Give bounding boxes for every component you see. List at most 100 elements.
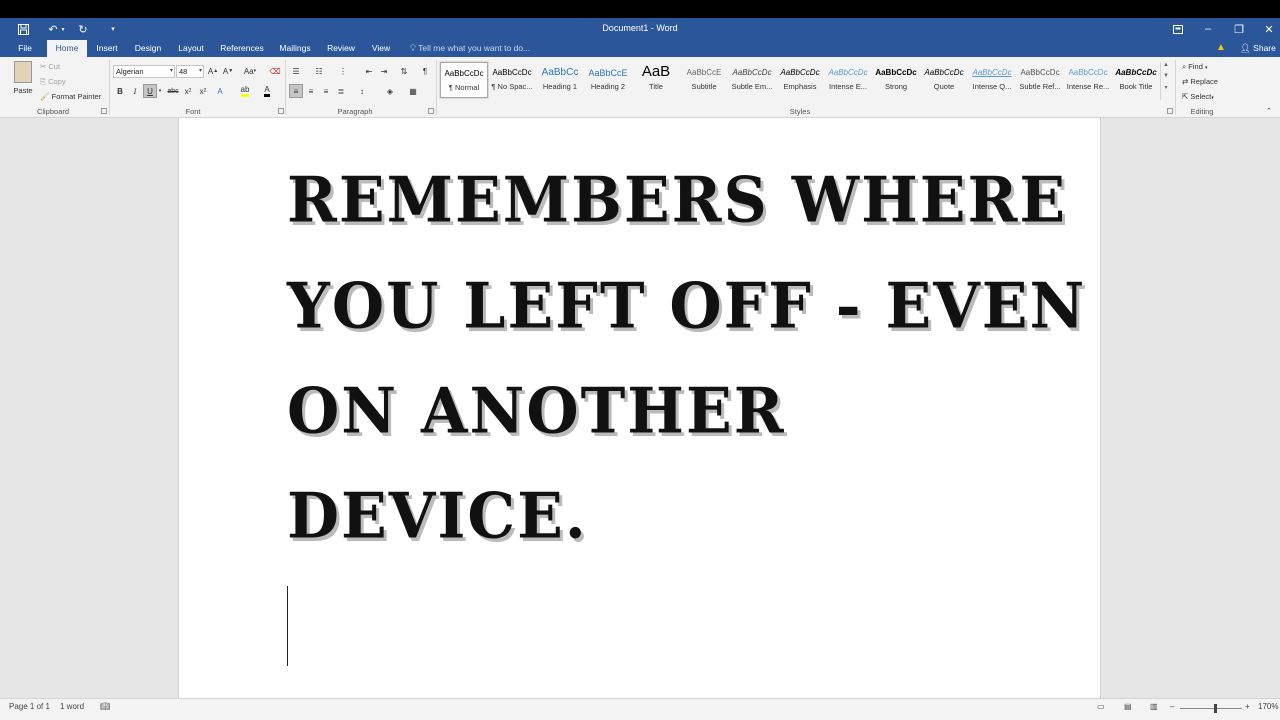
tab-references[interactable]: References xyxy=(216,40,268,57)
close-icon[interactable]: ✕ xyxy=(1254,20,1280,38)
read-mode-icon[interactable]: ▭ xyxy=(1097,702,1105,711)
style-label: Intense Q... xyxy=(972,82,1012,91)
shading-icon[interactable]: ◈ xyxy=(383,84,397,98)
group-separator xyxy=(109,60,110,115)
share-button[interactable]: 👤︎ Share xyxy=(1240,40,1276,57)
numbering-icon[interactable]: ☷ xyxy=(312,64,326,78)
format-painter-button[interactable]: 🖌︎ Format Painter xyxy=(40,92,101,101)
underline-dropdown-icon[interactable]: ▾ xyxy=(156,84,164,98)
restore-icon[interactable]: ❐ xyxy=(1224,20,1254,38)
style-sample: AaBbCcE xyxy=(588,68,628,78)
style-intense-emphasis[interactable]: AaBbCcDc Intense E... xyxy=(824,62,872,98)
sort-icon[interactable]: ⇅ xyxy=(397,64,411,78)
highlight-icon[interactable]: ab xyxy=(238,84,252,98)
style-subtitle[interactable]: AaBbCcE Subtitle xyxy=(680,62,728,98)
zoom-level[interactable]: 170% xyxy=(1258,702,1278,711)
style-sample: AaBbCcDc xyxy=(1115,68,1157,77)
align-center-icon[interactable]: ≡ xyxy=(304,84,318,98)
collapse-ribbon-icon[interactable]: ⌃ xyxy=(1266,107,1272,115)
proofing-icon[interactable]: 📖︎ xyxy=(100,702,110,711)
tab-design[interactable]: Design xyxy=(130,40,166,57)
font-color-icon[interactable]: A xyxy=(260,84,274,98)
grow-font-icon[interactable]: A ▲ xyxy=(206,64,220,78)
strikethrough-icon[interactable]: abc xyxy=(166,84,180,98)
underline-icon[interactable]: U xyxy=(143,84,157,98)
zoom-slider[interactable] xyxy=(1180,704,1242,713)
style-heading-1[interactable]: AaBbCc Heading 1 xyxy=(536,62,584,98)
minimize-icon[interactable]: – xyxy=(1193,20,1223,38)
style-subtle-reference[interactable]: AaBbCcDc Subtle Ref... xyxy=(1016,62,1064,98)
style-intense-reference[interactable]: AaBbCcDc Intense Re... xyxy=(1064,62,1112,98)
superscript-icon[interactable]: x2 xyxy=(196,84,210,98)
style-no-spacing[interactable]: AaBbCcDc ¶ No Spac... xyxy=(488,62,536,98)
subscript-icon[interactable]: x2 xyxy=(181,84,195,98)
style-label: Title xyxy=(649,82,663,91)
zoom-in-icon[interactable]: + xyxy=(1245,702,1250,711)
clipboard-launcher-icon[interactable] xyxy=(101,108,107,114)
word-count[interactable]: 1 word xyxy=(60,702,84,711)
style-title[interactable]: AaB Title xyxy=(632,62,680,98)
shrink-font-icon[interactable]: A ▼ xyxy=(221,64,235,78)
bold-icon[interactable]: B xyxy=(113,84,127,98)
vertical-scrollbar[interactable] xyxy=(1270,118,1280,698)
tab-insert[interactable]: Insert xyxy=(91,40,123,57)
page-count[interactable]: Page 1 of 1 xyxy=(9,702,50,711)
style-label: ¶ Normal xyxy=(448,83,480,92)
text-effects-icon[interactable]: A xyxy=(213,84,227,98)
tab-home[interactable]: Home xyxy=(47,40,87,57)
align-right-icon[interactable]: ≡ xyxy=(319,84,333,98)
tab-mailings[interactable]: Mailings xyxy=(274,40,316,57)
copy-button[interactable]: ⎘ Copy xyxy=(40,77,66,87)
font-launcher-icon[interactable] xyxy=(278,108,284,114)
zoom-out-icon[interactable]: – xyxy=(1170,702,1174,711)
select-button[interactable]: ⇱ Select▾ xyxy=(1182,92,1214,101)
show-formatting-icon[interactable]: ¶ xyxy=(418,64,432,78)
tab-review[interactable]: Review xyxy=(322,40,360,57)
style-book-title[interactable]: AaBbCcDc Book Title xyxy=(1112,62,1160,98)
style-strong[interactable]: AaBbCcDc Strong xyxy=(872,62,920,98)
style-sample: AaBbCcDc xyxy=(972,68,1012,77)
scroll-up-icon[interactable]: ▲ xyxy=(1161,62,1171,68)
cut-button[interactable]: ✂︎ Cut xyxy=(40,62,60,71)
find-button[interactable]: ⌕ Find ▾ xyxy=(1182,62,1208,72)
multilevel-list-icon[interactable]: ⋮ xyxy=(336,64,350,78)
increase-indent-icon[interactable]: ⇥ xyxy=(377,64,391,78)
style-subtle-emphasis[interactable]: AaBbCcDc Subtle Em... xyxy=(728,62,776,98)
style-intense-quote[interactable]: AaBbCcDc Intense Q... xyxy=(968,62,1016,98)
styles-gallery-scroll[interactable]: ▲ ▼ ▾ xyxy=(1160,62,1171,100)
clear-formatting-icon[interactable]: ⌫ xyxy=(268,64,282,78)
decrease-indent-icon[interactable]: ⇤ xyxy=(362,64,376,78)
web-layout-icon[interactable]: ▥ xyxy=(1150,702,1158,711)
change-case-button[interactable]: Aa ▾ xyxy=(239,64,261,78)
zoom-slider-thumb[interactable] xyxy=(1214,704,1217,713)
borders-icon[interactable]: ▦ xyxy=(406,84,420,98)
align-left-icon[interactable]: ≡ xyxy=(289,84,303,98)
style-normal[interactable]: AaBbCcDc ¶ Normal xyxy=(439,61,489,99)
font-size-combo[interactable]: 48 ▾ xyxy=(176,65,204,78)
line-spacing-icon[interactable]: ↕ xyxy=(355,84,369,98)
more-styles-icon[interactable]: ▾ xyxy=(1161,84,1171,91)
bullets-icon[interactable]: ☰ xyxy=(289,64,303,78)
paste-button[interactable]: Paste xyxy=(10,61,36,105)
print-layout-icon[interactable]: ▤ xyxy=(1124,702,1132,711)
replace-button[interactable]: ⇄ Replace xyxy=(1182,77,1218,86)
tab-view[interactable]: View xyxy=(366,40,396,57)
tab-file[interactable]: File xyxy=(10,40,40,57)
style-quote[interactable]: AaBbCcDc Quote xyxy=(920,62,968,98)
document-area: REMEMBERS WHERE YOU LEFT OFF - EVEN ON A… xyxy=(0,118,1280,698)
paragraph-group-label: Paragraph xyxy=(337,107,373,116)
style-emphasis[interactable]: AaBbCcDc Emphasis xyxy=(776,62,824,98)
style-heading-2[interactable]: AaBbCcE Heading 2 xyxy=(584,62,632,98)
font-name-combo[interactable]: Algerian ▾ xyxy=(113,65,175,78)
scroll-down-icon[interactable]: ▼ xyxy=(1161,73,1171,79)
warning-icon[interactable]: ▲ xyxy=(1216,42,1226,53)
document-page[interactable]: REMEMBERS WHERE YOU LEFT OFF - EVEN ON A… xyxy=(178,118,1101,698)
ribbon-display-options-icon[interactable] xyxy=(1163,20,1193,38)
tab-layout[interactable]: Layout xyxy=(172,40,210,57)
paragraph-launcher-icon[interactable] xyxy=(428,108,434,114)
tell-me-box[interactable]: 💡︎ Tell me what you want to do... xyxy=(410,40,530,57)
search-icon: ⌕ xyxy=(1182,62,1187,71)
italic-icon[interactable]: I xyxy=(128,84,142,98)
justify-icon[interactable]: ≣ xyxy=(334,84,348,98)
styles-launcher-icon[interactable] xyxy=(1167,108,1173,114)
